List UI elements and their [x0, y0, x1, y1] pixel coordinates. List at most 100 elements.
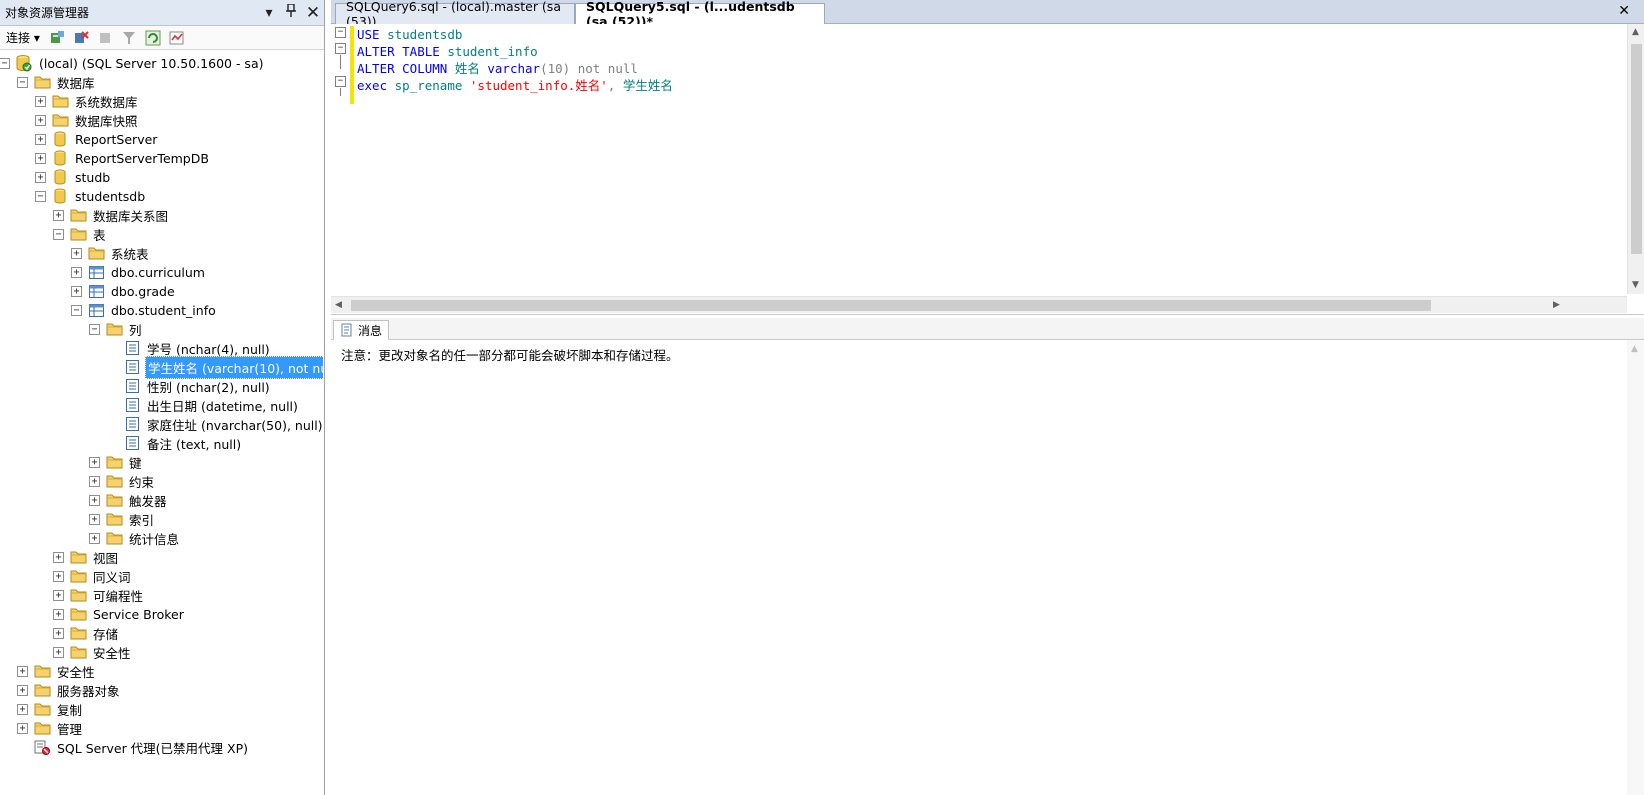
scroll-down-icon[interactable]: ▼	[1632, 280, 1639, 290]
tree-node[interactable]: + 约束	[89, 471, 156, 491]
expand-icon[interactable]: +	[71, 247, 82, 259]
tree-node[interactable]: − 数据库	[17, 72, 97, 92]
close-document-icon[interactable]: ✕	[1618, 3, 1630, 19]
refresh-icon[interactable]	[144, 29, 162, 47]
tree-node[interactable]: + dbo.grade	[71, 281, 177, 301]
expand-icon[interactable]: +	[35, 95, 46, 107]
expand-icon[interactable]: +	[89, 513, 100, 525]
scroll-left-icon[interactable]: ◀	[335, 300, 342, 310]
tree-node-label[interactable]: 索引	[127, 509, 156, 530]
tree-node[interactable]: + 统计信息	[89, 528, 181, 548]
expand-icon[interactable]: +	[89, 494, 100, 506]
expand-icon[interactable]: +	[35, 133, 46, 145]
tree-node-label[interactable]: 可编程性	[91, 585, 145, 606]
tree-node[interactable]: + 数据库关系图	[53, 205, 170, 225]
expand-icon[interactable]: +	[17, 722, 28, 734]
expand-icon[interactable]: +	[53, 570, 64, 582]
tree-node[interactable]: + 安全性	[17, 661, 97, 681]
tree-node-label[interactable]: 键	[127, 452, 144, 473]
scrollbar-thumb[interactable]	[1631, 44, 1642, 254]
tab-messages[interactable]: 消息	[333, 320, 390, 340]
code-line[interactable]: ALTER COLUMN 姓名 varchar(10) not null	[357, 60, 673, 77]
stop-icon[interactable]	[96, 29, 114, 47]
tree-node[interactable]: + 服务器对象	[17, 680, 122, 700]
tree-node-label[interactable]: dbo.grade	[109, 283, 177, 300]
expand-icon[interactable]: +	[53, 551, 64, 563]
collapse-icon[interactable]: −	[35, 190, 46, 202]
tab-sqlquery5[interactable]: SQLQuery5.sql - (l...udentsdb (sa (52))*	[575, 0, 825, 29]
expand-icon[interactable]: +	[89, 456, 100, 468]
tree-node-label[interactable]: dbo.student_info	[109, 302, 218, 319]
close-icon[interactable]: ✕	[302, 3, 324, 23]
expand-icon[interactable]: +	[17, 684, 28, 696]
tree-node[interactable]: + Service Broker	[53, 604, 186, 624]
tree-node-label[interactable]: 系统表	[109, 243, 151, 264]
tree-node[interactable]: 备注 (text, null)	[107, 433, 243, 453]
tree-node-label[interactable]: 存储	[91, 623, 120, 644]
editor-vertical-scrollbar[interactable]: ▲ ▼	[1627, 24, 1644, 294]
tree-node-label[interactable]: 视图	[91, 547, 120, 568]
code-line[interactable]: ALTER TABLE student_info	[357, 43, 673, 60]
tree-node-label[interactable]: 表	[91, 224, 108, 245]
tree-node[interactable]: + dbo.curriculum	[71, 262, 207, 282]
expand-icon[interactable]: +	[71, 266, 82, 278]
tree-node[interactable]: 学生姓名 (varchar(10), not null)	[107, 355, 323, 379]
editor-horizontal-scrollbar[interactable]: ◀ ▶	[331, 296, 1627, 313]
expand-icon[interactable]: +	[53, 209, 64, 221]
tab-sqlquery6[interactable]: SQLQuery6.sql - (local).master (sa (53))	[335, 0, 575, 29]
tree-node-label[interactable]: 数据库快照	[73, 110, 140, 131]
expand-icon[interactable]: +	[53, 608, 64, 620]
expand-icon[interactable]: +	[89, 532, 100, 544]
expand-icon[interactable]: +	[17, 665, 28, 677]
tree-node-label[interactable]: 家庭住址 (nvarchar(50), null)	[145, 414, 323, 435]
tree-node-label[interactable]: 安全性	[91, 642, 133, 663]
sql-code[interactable]: USE studentsdb ALTER TABLE student_info AL…	[357, 26, 673, 111]
tree-node-label[interactable]: 数据库关系图	[91, 205, 170, 226]
tree-node-label[interactable]: 触发器	[127, 490, 169, 511]
collapse-icon[interactable]: −	[0, 57, 10, 69]
expand-icon[interactable]: +	[35, 114, 46, 126]
tree-node[interactable]: + ReportServer	[35, 129, 159, 149]
collapse-icon[interactable]: −	[71, 304, 82, 316]
tree-node-label[interactable]: studb	[73, 169, 112, 186]
pin-icon[interactable]	[280, 3, 302, 21]
query-editor[interactable]: − − − USE studentsdb ALTER TABLE student_…	[331, 24, 1644, 315]
tree-node[interactable]: − dbo.student_info	[71, 300, 218, 320]
tree-node[interactable]: + ReportServerTempDB	[35, 148, 211, 168]
code-line[interactable]: USE studentsdb	[357, 26, 673, 43]
tree-node-label[interactable]: 数据库	[55, 72, 97, 93]
tree-node-label[interactable]: (local) (SQL Server 10.50.1600 - sa)	[37, 55, 265, 72]
code-line[interactable]: exec sp_rename 'student_info.姓名', 学生姓名	[357, 77, 673, 94]
collapse-icon[interactable]: −	[53, 228, 64, 240]
tree-node-label[interactable]: 备注 (text, null)	[145, 433, 243, 454]
tree-node-label[interactable]: Service Broker	[91, 606, 186, 623]
dropdown-arrow-icon[interactable]: ▾	[258, 5, 280, 21]
tree-node[interactable]: + 数据库快照	[35, 110, 140, 130]
tree-node-label[interactable]: 同义词	[91, 566, 133, 587]
tree-node[interactable]: + 触发器	[89, 490, 169, 510]
tree-node[interactable]: + 管理	[17, 718, 84, 738]
collapse-icon[interactable]: −	[17, 76, 28, 88]
tree-node-label[interactable]: ReportServerTempDB	[73, 150, 211, 167]
tree-node-label[interactable]: dbo.curriculum	[109, 264, 207, 281]
tree-node[interactable]: + 复制	[17, 699, 84, 719]
tree-node-label[interactable]: studentsdb	[73, 188, 147, 205]
connect-server-icon[interactable]	[48, 29, 66, 47]
tree-node[interactable]: − (local) (SQL Server 10.50.1600 - sa)	[0, 53, 265, 73]
tree-node-label[interactable]: 出生日期 (datetime, null)	[145, 395, 300, 416]
tree-node-label[interactable]: 统计信息	[127, 528, 181, 549]
tree-node[interactable]: 性别 (nchar(2), null)	[107, 376, 272, 396]
tree-node[interactable]: − 列	[89, 319, 144, 339]
collapse-icon[interactable]: −	[335, 43, 346, 54]
expand-icon[interactable]: +	[53, 589, 64, 601]
tree-node[interactable]: SQL Server 代理(已禁用代理 XP)	[17, 737, 250, 757]
code-line[interactable]	[357, 94, 673, 111]
tree-node-label[interactable]: 安全性	[55, 661, 97, 682]
tree-node-label[interactable]: 系统数据库	[73, 91, 140, 112]
filter-icon[interactable]	[120, 29, 138, 47]
tree-node[interactable]: + 视图	[53, 547, 120, 567]
tree-node-label[interactable]: 复制	[55, 699, 84, 720]
scroll-up-icon[interactable]: ▲	[1632, 27, 1639, 37]
tree-node[interactable]: − studentsdb	[35, 186, 147, 206]
tree-node[interactable]: + 键	[89, 452, 144, 472]
